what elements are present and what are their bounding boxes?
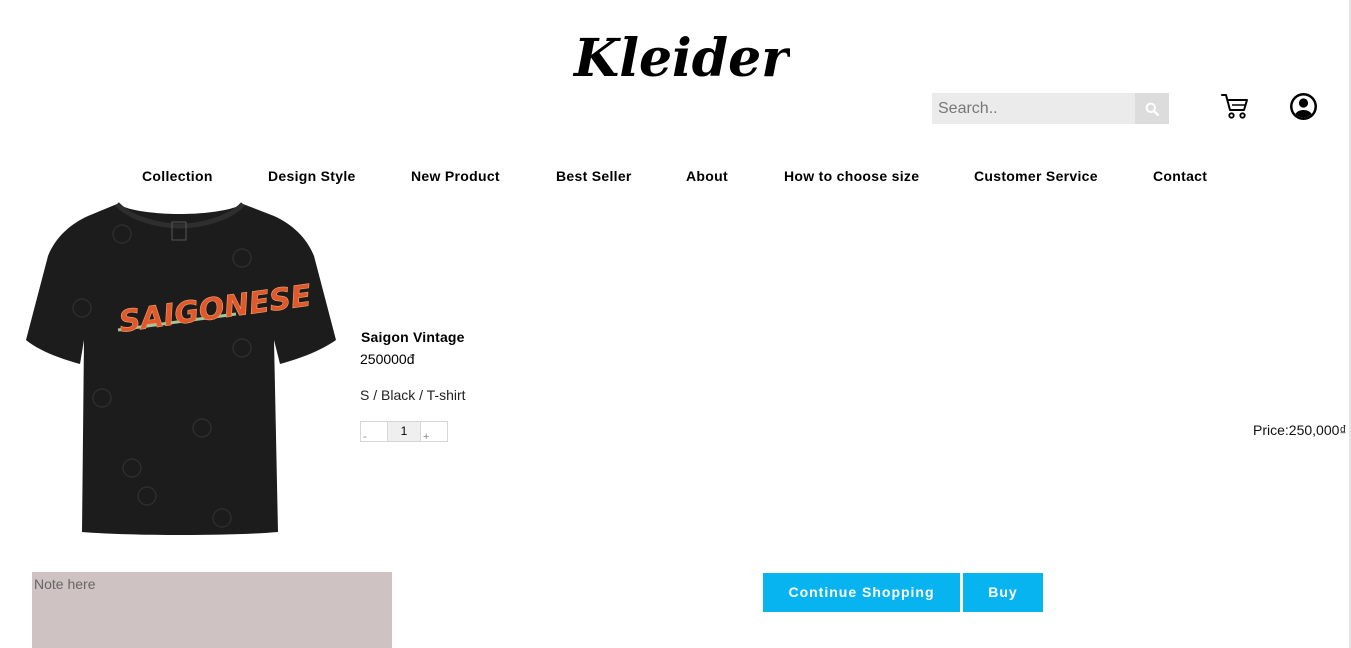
cart-page: Kleider Search.. Collection Design Style… xyxy=(0,0,1351,648)
main-nav: Collection Design Style New Product Best… xyxy=(0,166,1349,186)
line-total-price: Price:250,000₫ xyxy=(1253,422,1347,438)
account-button[interactable] xyxy=(1289,92,1318,121)
search-input[interactable] xyxy=(932,93,1135,124)
cart-icon xyxy=(1221,94,1248,119)
product-variant: S / Black / T-shirt xyxy=(360,387,466,403)
quantity-increase-button[interactable]: + xyxy=(421,422,447,443)
nav-item-design-style[interactable]: Design Style xyxy=(268,166,356,186)
product-image[interactable]: SAIGONESE xyxy=(22,198,340,538)
product-name[interactable]: Saigon Vintage xyxy=(361,329,465,345)
nav-item-contact[interactable]: Contact xyxy=(1153,166,1207,186)
search-button[interactable] xyxy=(1135,93,1169,124)
nav-item-new-product[interactable]: New Product xyxy=(411,166,500,186)
quantity-decrease-button[interactable]: - xyxy=(361,422,387,443)
cart-button[interactable] xyxy=(1220,92,1250,120)
nav-item-customer-service[interactable]: Customer Service xyxy=(974,166,1098,186)
search-icon xyxy=(1145,102,1159,116)
brand-logo[interactable]: Kleider xyxy=(560,22,790,92)
nav-item-collection[interactable]: Collection xyxy=(142,166,213,186)
search-bar xyxy=(932,93,1169,124)
quantity-input[interactable]: 1 xyxy=(387,422,421,441)
nav-item-about[interactable]: About xyxy=(686,166,728,186)
brand-logo-text: Kleider xyxy=(572,28,790,89)
user-circle-icon xyxy=(1290,93,1317,120)
buy-button[interactable]: Buy xyxy=(963,573,1043,612)
continue-shopping-button[interactable]: Continue Shopping xyxy=(763,573,960,612)
nav-item-best-seller[interactable]: Best Seller xyxy=(556,166,632,186)
order-note-field[interactable] xyxy=(32,572,392,648)
product-unit-price: 250000đ xyxy=(360,351,415,367)
tshirt-body xyxy=(26,204,336,535)
nav-item-size-guide[interactable]: How to choose size xyxy=(784,166,919,186)
quantity-stepper: - 1 + xyxy=(360,421,448,443)
